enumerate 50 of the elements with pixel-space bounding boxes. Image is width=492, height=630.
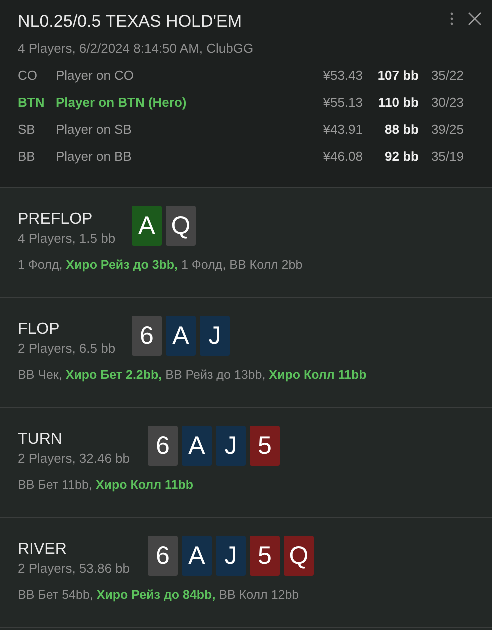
playing-card: 6 (148, 536, 178, 576)
playing-card: A (166, 316, 196, 356)
close-icon[interactable] (468, 12, 482, 26)
playing-card: 6 (148, 426, 178, 466)
playing-card: J (216, 426, 246, 466)
hand-subtitle: 4 Players, 6/2/2024 8:14:50 AM, ClubGG (18, 41, 255, 56)
player-position: BTN (18, 95, 46, 110)
playing-card: A (182, 536, 212, 576)
player-name: Player on CO (56, 68, 136, 83)
street-name: RIVER (18, 541, 68, 559)
playing-card: 5 (250, 536, 280, 576)
player-stack: ¥43.91 (322, 122, 363, 137)
street-info: 4 Players, 1.5 bb (18, 231, 117, 246)
player-big-blinds: 92 bb (384, 149, 419, 164)
player-stack: ¥46.08 (322, 149, 363, 164)
playing-card: A (132, 206, 162, 246)
player-big-blinds: 110 bb (378, 95, 419, 110)
more-options-icon[interactable] (450, 12, 454, 26)
player-stack: ¥53.43 (322, 68, 363, 83)
playing-card: J (200, 316, 230, 356)
player-position: CO (18, 68, 38, 83)
player-stats: 35/22 (430, 68, 465, 83)
player-stats: 35/19 (430, 149, 465, 164)
hand-title: NL0.25/0.5 TEXAS HOLD'EM (18, 11, 242, 32)
player-big-blinds: 107 bb (376, 68, 419, 83)
street-actions: BB Бет 54bb, Хиро Рейз до 84bb, BB Колл 12bb (18, 588, 300, 602)
playing-card: 5 (250, 426, 280, 466)
player-big-blinds: 88 bb (384, 122, 419, 137)
street-actions: BB Чек, Хиро Бет 2.2bb, BB Рейз до 13bb, Хиро Колл 11bb (18, 368, 368, 382)
street-name: FLOP (18, 321, 61, 339)
player-stats: 39/25 (430, 122, 465, 137)
street-name: PREFLOP (18, 211, 94, 229)
player-name: Player on BTN (Hero) (56, 95, 188, 110)
street-info: 2 Players, 32.46 bb (18, 451, 132, 466)
street-info: 2 Players, 53.86 bb (18, 561, 132, 576)
playing-card: Q (166, 206, 196, 246)
playing-card: A (182, 426, 212, 466)
street-actions: BB Бет 11bb, Хиро Колл 11bb (18, 478, 194, 492)
street-actions: 1 Фолд, Хиро Рейз до 3bb, 1 Фолд, BB Колл 2bb (18, 258, 304, 272)
player-stats: 30/23 (430, 95, 465, 110)
playing-card: Q (284, 536, 314, 576)
player-name: Player on SB (56, 122, 133, 137)
street-name: TURN (18, 431, 64, 449)
playing-card: 6 (132, 316, 162, 356)
player-position: SB (18, 122, 36, 137)
player-stack: ¥55.13 (322, 95, 363, 110)
player-name: Player on BB (56, 149, 133, 164)
player-position: BB (18, 149, 36, 164)
street-info: 2 Players, 6.5 bb (18, 341, 117, 356)
playing-card: J (216, 536, 246, 576)
